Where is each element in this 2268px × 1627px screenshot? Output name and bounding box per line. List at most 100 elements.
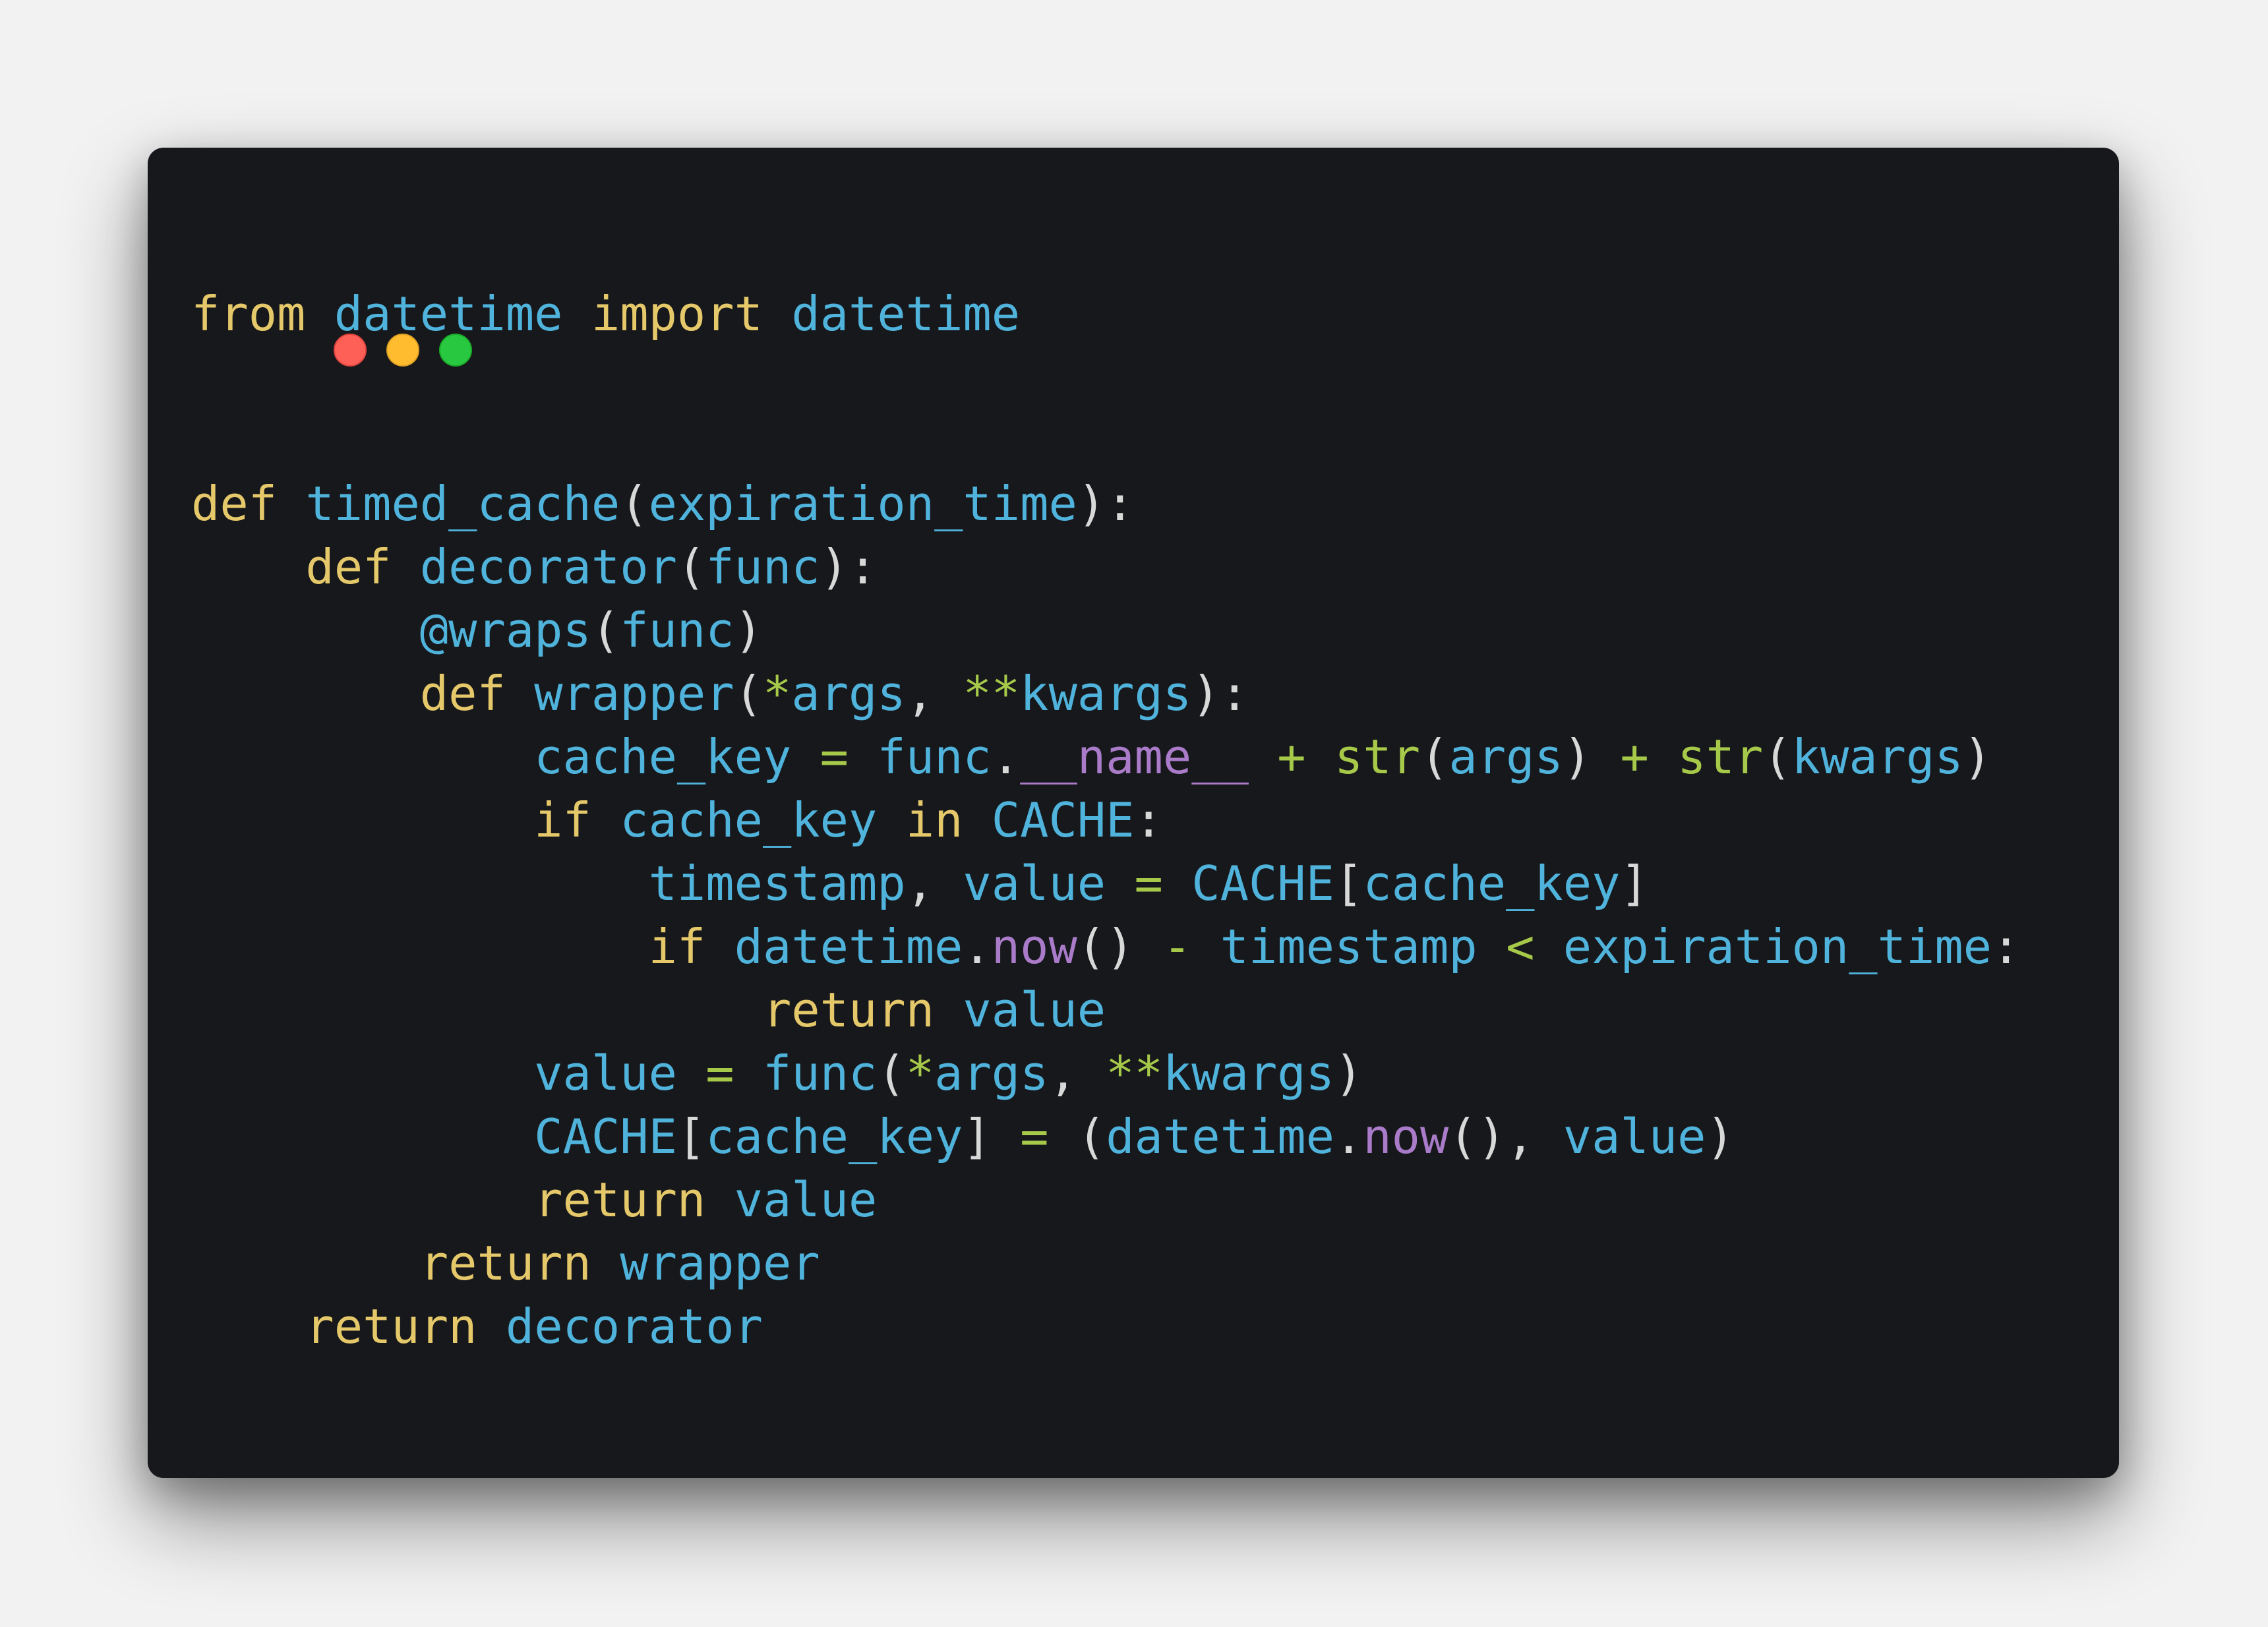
code-token: + [1620,729,1649,784]
code-token: datetime [791,286,1021,341]
code-token: datetime [1106,1109,1334,1164]
code-token: CACHE [991,792,1135,848]
code-token: ): [820,539,878,595]
code-line: return decorator [191,1295,2020,1358]
code-token: cache_key [1363,856,1621,911]
code-token: ** [963,666,1021,721]
code-token: ): [1191,666,1249,721]
code-token: timestamp [648,856,906,911]
code-token: func [763,1046,878,1101]
code-token: kwargs [1791,729,1963,784]
code-token: def [419,666,506,721]
code-line: CACHE[cache_key] = (datetime.now(), valu… [191,1105,2020,1168]
code-token: , [905,666,963,721]
code-line: if datetime.now() - timestamp < expirati… [191,915,2021,978]
code-token: [ [676,1109,706,1164]
code-token: , [905,856,963,911]
code-token: kwargs [1162,1046,1334,1101]
code-token: wrapper [534,666,734,721]
code-token: ) [1706,1109,1735,1164]
code-token: wrapper [620,1235,820,1291]
code-line: timestamp, value = CACHE[cache_key] [191,852,2020,915]
code-token: def [191,476,278,531]
code-token: CACHE [1191,856,1334,911]
code-token: * [905,1046,935,1101]
code-token: if [534,792,591,848]
code-token: ): [1077,476,1135,531]
code-token: (), [1448,1109,1563,1164]
code-token: return [419,1235,591,1291]
code-token: * [762,666,792,721]
code-line: @wraps(func) [191,599,2020,662]
code-line: value = func(*args, **kwargs) [191,1042,2020,1105]
code-token: = [820,729,849,784]
code-token: = [1134,856,1163,911]
code-token: ] [1620,856,1649,911]
code-token: value [963,856,1106,911]
code-token: timed_cache [305,476,620,531]
code-token: : [1134,792,1163,848]
code-token: . [963,919,992,974]
code-token: : [1992,919,2021,974]
code-token: value [534,1046,677,1101]
code-token: func [705,539,820,595]
code-token: () [1077,919,1163,974]
code-token: ( [591,603,620,658]
code-token: + [1277,729,1306,784]
code-line: def decorator(func): [191,535,2020,599]
code-token: args [934,1046,1049,1101]
code-token: CACHE [534,1109,677,1164]
code-token: in [905,792,963,848]
code-token: return [305,1299,477,1354]
code-token: return [534,1172,706,1228]
code-token: now [1363,1109,1449,1164]
code-token: . [991,729,1021,784]
code-token: value [734,1172,878,1228]
code-token: expiration_time [1563,919,1992,974]
code-token: ) [734,603,763,658]
code-token: cache_key [534,729,792,784]
code-token: kwargs [1020,666,1192,721]
code-token: from [191,286,306,341]
code-token: ( [1763,729,1792,784]
code-token: ( [676,539,706,595]
code-line: def timed_cache(expiration_time): [191,472,2020,535]
code-token: decorator [419,539,677,595]
code-token: args [791,666,906,721]
code-token: ( [877,1046,906,1101]
code-token: - [1162,919,1192,974]
code-token: cache_key [705,1109,963,1164]
code-token: __name__ [1020,729,1249,784]
code-token: ) [1334,1046,1363,1101]
code-token: < [1506,919,1535,974]
code-token: return [762,982,935,1038]
code-token: value [963,982,1106,1038]
code-token: value [1563,1109,1706,1164]
code-token: if [648,919,706,974]
code-line: return value [191,978,2020,1042]
code-token: func [877,729,992,784]
code-token: datetime [334,286,563,341]
code-token: = [1020,1109,1049,1164]
